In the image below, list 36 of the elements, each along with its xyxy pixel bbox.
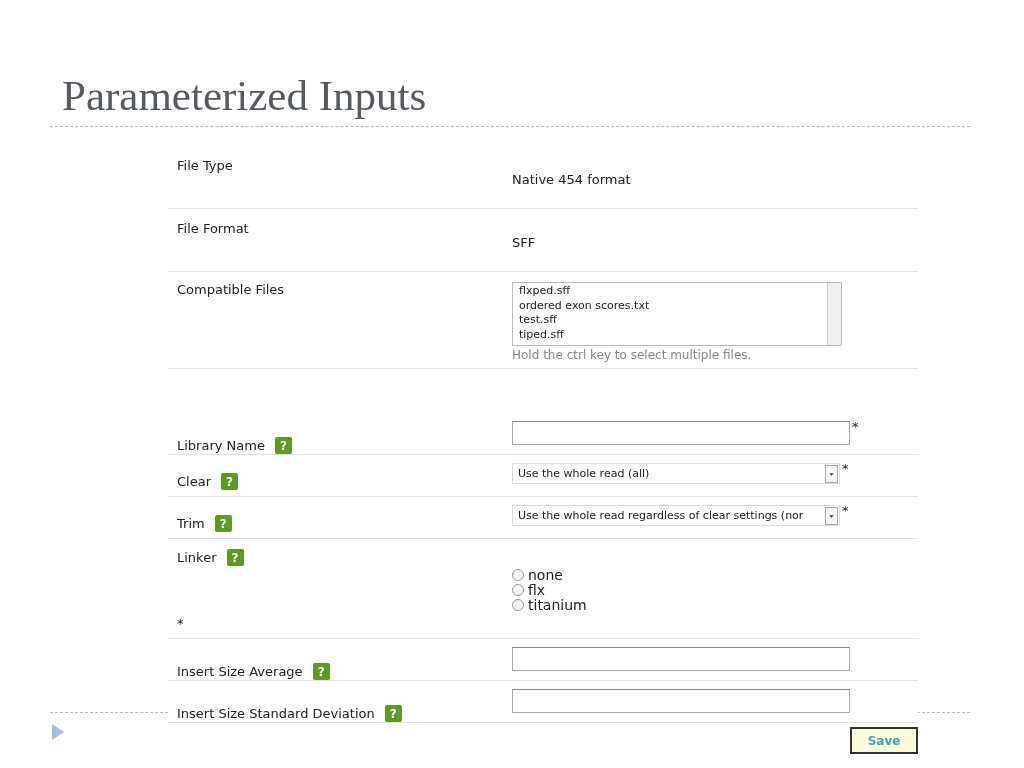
hint-text: Hold the ctrl key to select multiple files. bbox=[512, 348, 753, 362]
field-label: Library Name bbox=[177, 438, 265, 453]
dropdown[interactable]: Use the whole read (all) bbox=[512, 463, 840, 484]
caret-icon bbox=[825, 464, 838, 483]
radio-button[interactable] bbox=[512, 583, 524, 596]
list-option[interactable]: flxped.sff bbox=[519, 284, 821, 299]
required-mark: * bbox=[842, 463, 849, 475]
radio-button[interactable] bbox=[512, 598, 524, 611]
list-option[interactable]: tiped.sff bbox=[519, 327, 821, 342]
radio-label: titanium bbox=[528, 596, 587, 613]
input-field[interactable] bbox=[512, 421, 850, 445]
field-value: Native 454 format bbox=[512, 172, 632, 187]
file-list[interactable]: flxped.sff ordered exon scores.txt test.sff tiped.sff bbox=[512, 282, 842, 346]
field-value: SFF bbox=[512, 235, 537, 250]
dropdown[interactable]: Use the whole read regardless of clear settings (nor bbox=[512, 505, 840, 526]
field-label: Insert Size Standard Deviation bbox=[177, 706, 375, 721]
slide-title: Parameterized Inputs bbox=[62, 71, 428, 121]
radio-label: none bbox=[528, 566, 563, 583]
field-label: Linker bbox=[177, 550, 217, 565]
list-option[interactable]: test.sff bbox=[519, 313, 821, 328]
radio-button[interactable] bbox=[512, 568, 524, 581]
field-label: File Format bbox=[177, 221, 249, 236]
input-field[interactable] bbox=[512, 689, 850, 713]
field-label: Clear bbox=[177, 474, 211, 489]
radio-label: flx bbox=[528, 581, 546, 598]
input-field[interactable] bbox=[512, 647, 850, 671]
list-option[interactable]: ordered exon scores.txt bbox=[519, 298, 821, 313]
field-label: Trim bbox=[177, 516, 205, 531]
required-mark: * bbox=[177, 618, 185, 630]
field-label: Insert Size Average bbox=[177, 664, 303, 679]
triangle-bullet-icon bbox=[52, 724, 64, 740]
field-label: File Type bbox=[177, 158, 233, 173]
field-label: Compatible Files bbox=[177, 282, 285, 297]
required-mark: * bbox=[842, 505, 849, 517]
caret-icon bbox=[825, 506, 838, 525]
required-mark: * bbox=[852, 421, 859, 433]
